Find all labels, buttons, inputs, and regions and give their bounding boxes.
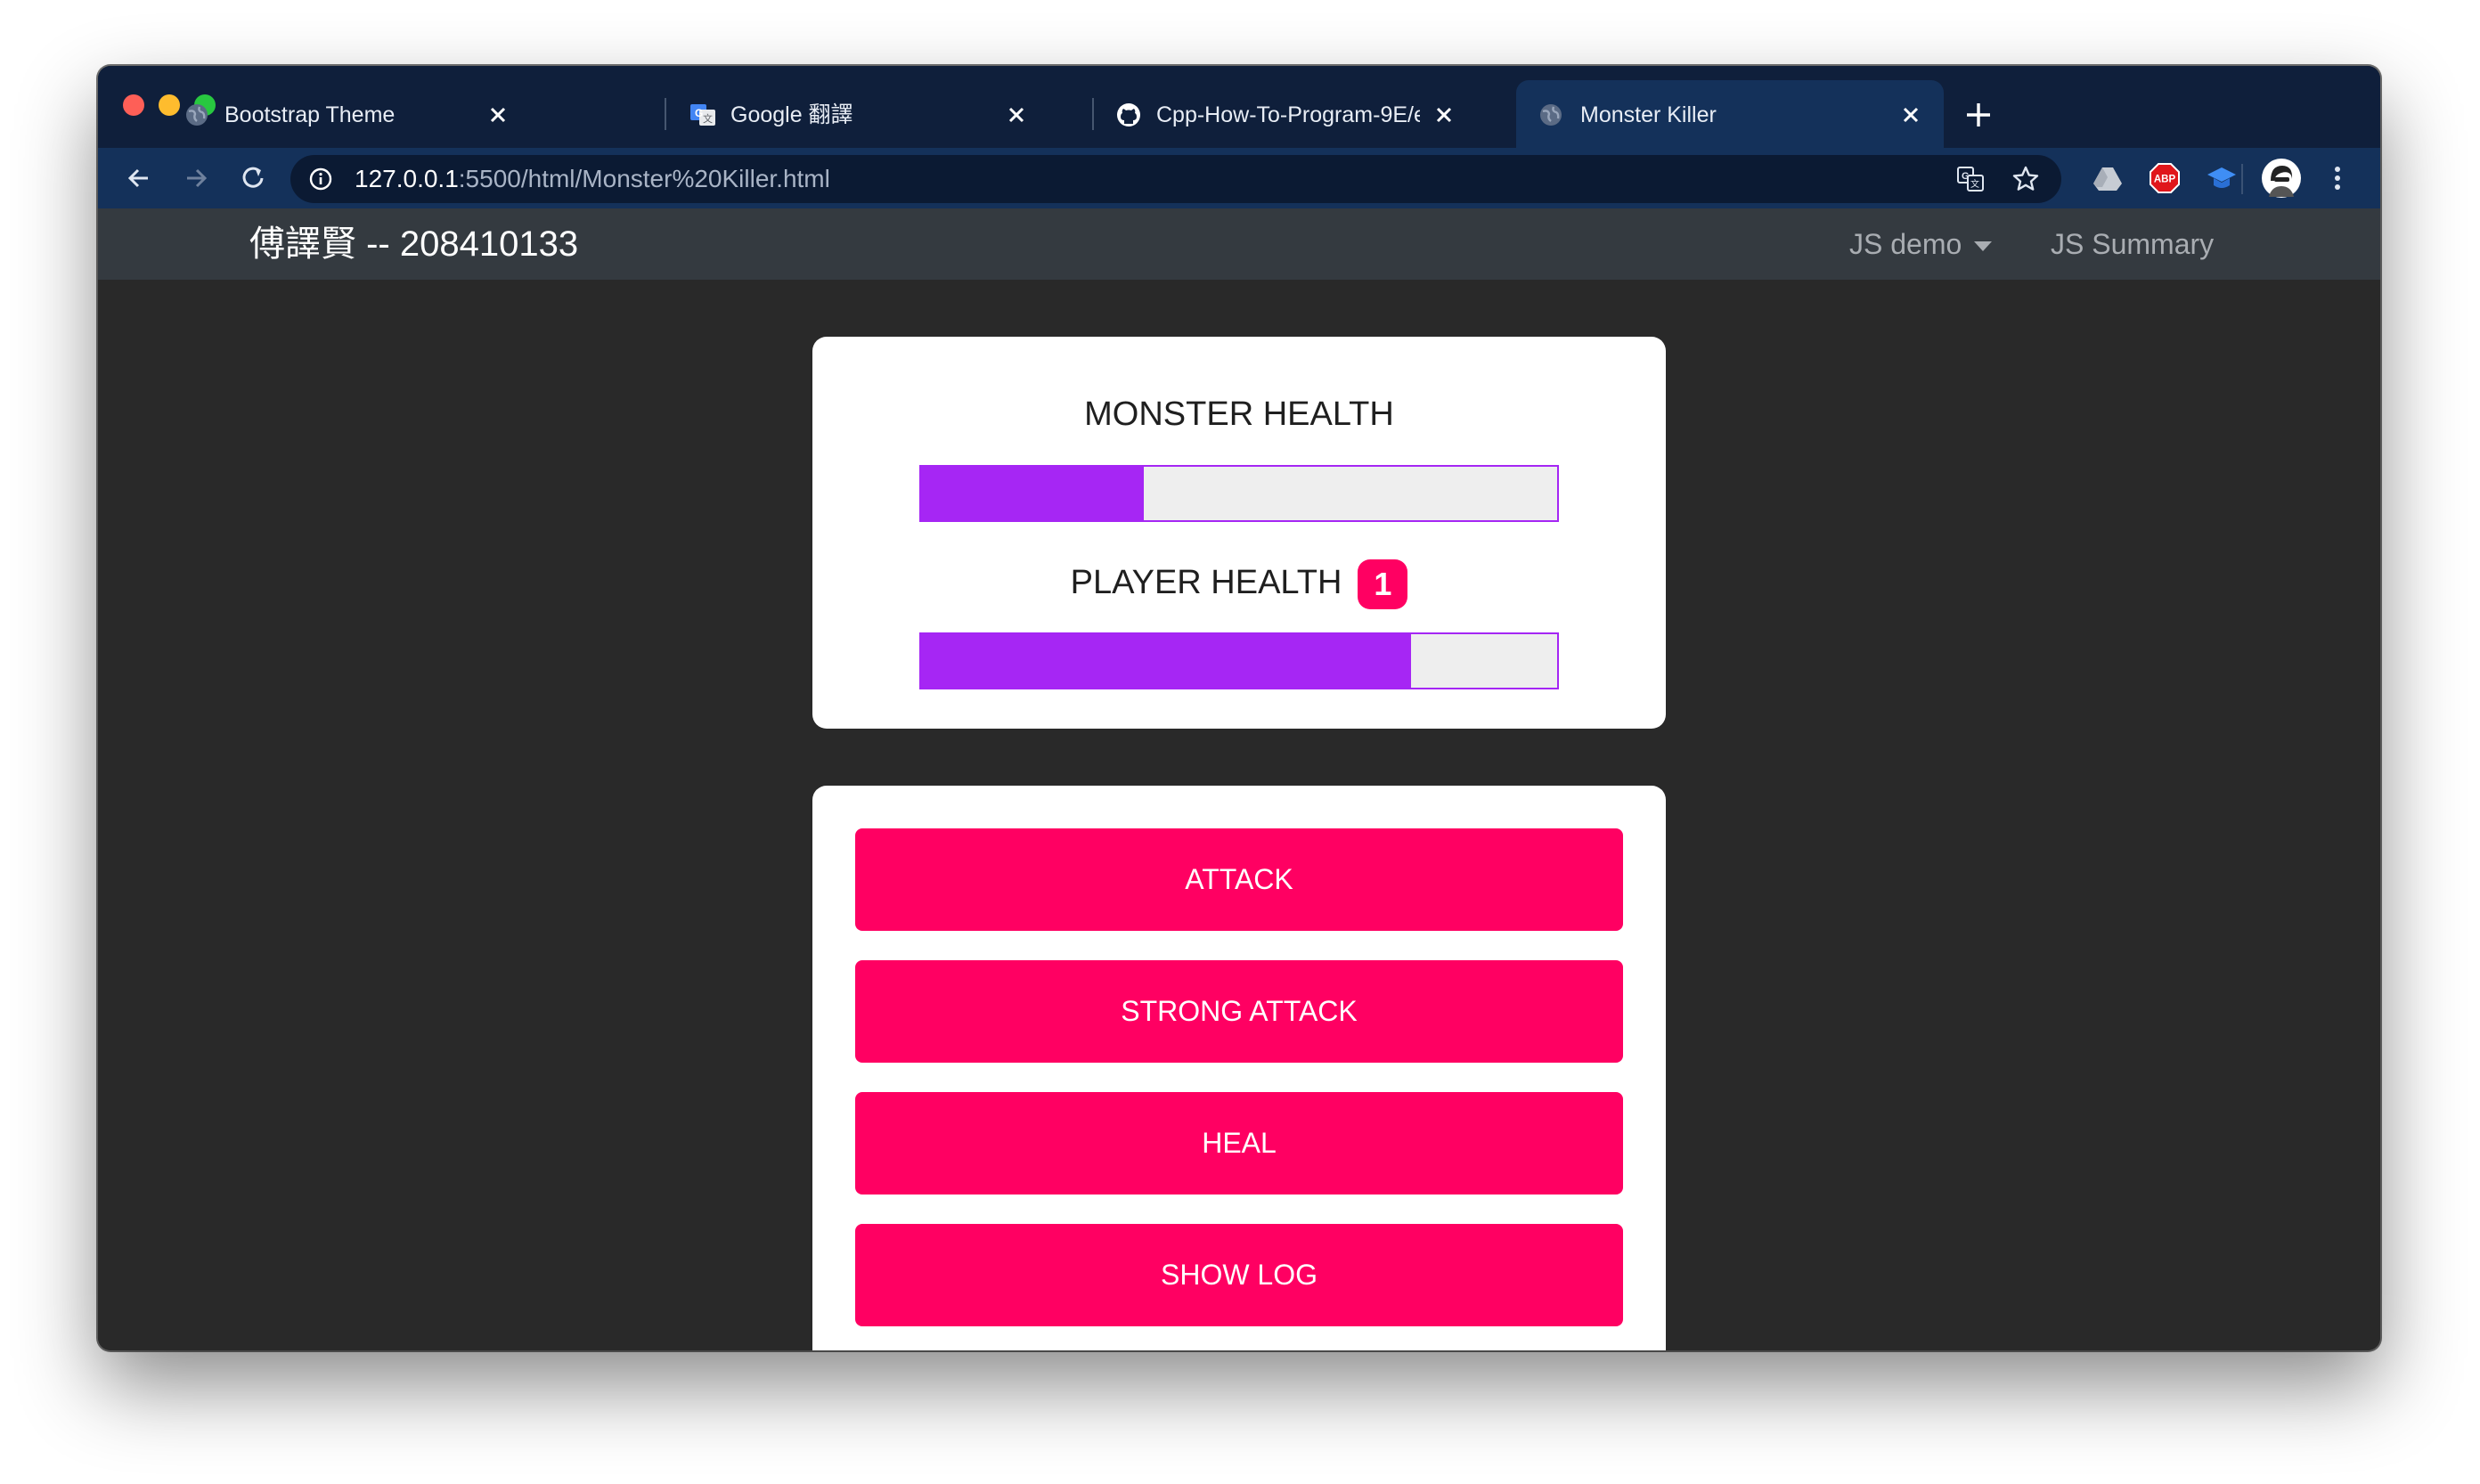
globe-icon <box>186 104 208 126</box>
navbar-brand[interactable]: 傅譯賢 -- 208410133 <box>249 208 578 280</box>
strong-attack-button[interactable]: STRONG ATTACK <box>855 960 1623 1063</box>
js-demo-dropdown[interactable]: JS demo <box>1849 208 1993 280</box>
svg-text:ABP: ABP <box>2154 175 2176 185</box>
close-icon[interactable] <box>1431 102 1457 128</box>
tab-strip: Bootstrap Theme G 文 Google 翻譯 Cpp-How-To… <box>98 66 2380 148</box>
monster-health-label: MONSTER HEALTH <box>1084 395 1394 433</box>
js-summary-link[interactable]: JS Summary <box>2051 208 2214 280</box>
tab-title: Cpp-How-To-Program-9E/ex_4 <box>1156 102 1420 127</box>
address-bar[interactable]: 127.0.0.1:5500/html/Monster%20Killer.htm… <box>290 155 2061 203</box>
player-health-heading: PLAYER HEALTH 1 <box>812 558 1666 609</box>
back-arrow-icon[interactable] <box>121 160 157 196</box>
svg-text:文: 文 <box>703 112 713 125</box>
more-vertical-icon[interactable] <box>2320 160 2355 196</box>
tab-github-repo[interactable]: Cpp-How-To-Program-9E/ex_4 <box>1103 80 1477 148</box>
globe-icon <box>1540 104 1562 126</box>
show-log-button[interactable]: SHOW LOG <box>855 1224 1623 1326</box>
caret-down-icon <box>1974 241 1993 252</box>
tab-bootstrap-theme[interactable]: Bootstrap Theme <box>171 80 527 148</box>
controls-card: ATTACK STRONG ATTACK HEAL SHOW LOG <box>812 786 1666 1350</box>
player-health-bar <box>919 632 1559 689</box>
tab-separator <box>665 98 666 130</box>
browser-window: Bootstrap Theme G 文 Google 翻譯 Cpp-How-To… <box>98 66 2380 1350</box>
adblock-plus-icon[interactable]: ABP <box>2147 160 2182 196</box>
url-text[interactable]: 127.0.0.1:5500/html/Monster%20Killer.htm… <box>355 155 830 203</box>
tab-separator <box>1092 98 1094 130</box>
reload-icon[interactable] <box>235 160 271 196</box>
tab-google-translate[interactable]: G 文 Google 翻譯 <box>677 80 1033 148</box>
browser-toolbar: 127.0.0.1:5500/html/Monster%20Killer.htm… <box>98 148 2380 208</box>
svg-text:G: G <box>1962 171 1970 182</box>
close-icon[interactable] <box>1897 102 1924 128</box>
forward-arrow-icon[interactable] <box>178 160 214 196</box>
heal-button[interactable]: HEAL <box>855 1092 1623 1195</box>
close-icon[interactable] <box>1003 102 1030 128</box>
google-translate-icon: G 文 <box>690 104 715 126</box>
close-window-button[interactable] <box>123 94 144 116</box>
attack-button[interactable]: ATTACK <box>855 828 1623 931</box>
close-icon[interactable] <box>485 102 511 128</box>
github-icon <box>1117 103 1140 126</box>
svg-text:文: 文 <box>1970 178 1979 190</box>
bonus-life-badge: 1 <box>1358 559 1408 609</box>
monster-health-bar <box>919 465 1559 522</box>
url-host: 127.0.0.1 <box>355 165 459 192</box>
site-navbar: 傅譯賢 -- 208410133 JS demo JS Summary <box>98 208 2380 280</box>
graduation-cap-extension-icon[interactable] <box>2204 160 2239 196</box>
google-drive-icon[interactable] <box>2090 160 2125 196</box>
js-demo-dropdown-label: JS demo <box>1849 228 1962 260</box>
profile-avatar[interactable] <box>2261 158 2302 199</box>
health-card: MONSTER HEALTH PLAYER HEALTH 1 <box>812 337 1666 729</box>
translate-page-icon[interactable]: G 文 <box>1956 165 1985 193</box>
player-health-fill <box>921 634 1411 688</box>
tab-monster-killer[interactable]: Monster Killer <box>1516 80 1944 148</box>
player-health-label: PLAYER HEALTH <box>1070 564 1342 601</box>
svg-text:G: G <box>695 107 703 119</box>
new-tab-plus-icon[interactable] <box>1963 100 1994 130</box>
page-content: MONSTER HEALTH PLAYER HEALTH 1 ATTACK STR… <box>98 280 2380 1350</box>
toolbar-divider <box>2241 164 2243 194</box>
bookmark-star-icon[interactable] <box>2011 165 2040 193</box>
url-path: :5500/html/Monster%20Killer.html <box>458 165 830 192</box>
tab-title: Monster Killer <box>1580 102 1717 127</box>
info-icon[interactable] <box>308 167 333 192</box>
monster-health-fill <box>921 467 1144 520</box>
